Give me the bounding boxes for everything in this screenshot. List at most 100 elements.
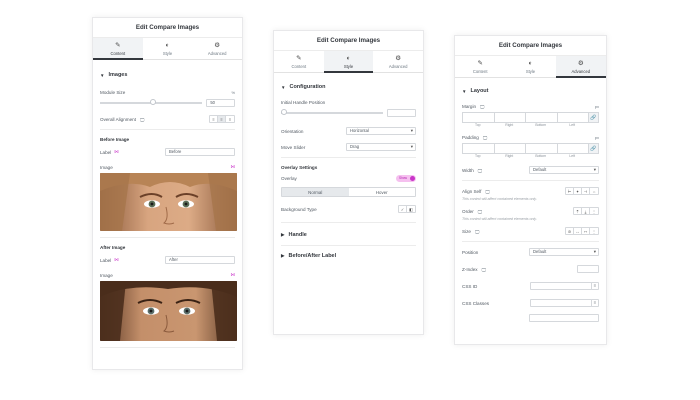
slider-handle[interactable] [150,99,156,106]
slider-handle[interactable] [281,109,287,116]
margin-top-input[interactable] [462,112,494,123]
before-label-input[interactable]: Before [165,148,235,156]
size-label: Size [462,228,471,234]
align-center-icon[interactable]: ✦ [574,188,582,194]
tab-label: Style [162,50,173,56]
order-custom-icon[interactable]: ⋮ [590,208,598,214]
pencil-icon: ✎ [115,41,121,49]
monitor-icon: 🖵 [482,134,488,140]
padding-bottom-input[interactable] [525,143,557,154]
dynamic-tags-icon[interactable]: ≡ [591,299,599,307]
after-label-input[interactable]: After [165,256,235,264]
tab-style[interactable]: ◐ Style [505,56,555,77]
unit-selector[interactable]: px [595,135,599,140]
cssid-label: CSS ID [462,283,478,289]
align-stretch-icon[interactable]: ⇔ [590,188,598,194]
align-left-icon[interactable]: ≡ [210,116,218,122]
overlay-label: Overlay [281,175,297,181]
extra-input[interactable] [529,314,599,322]
padding-top-input[interactable] [462,143,494,154]
before-image-preview[interactable] [100,173,237,231]
position-select[interactable]: Default [529,248,599,256]
order-row: Order 🖵 ⤒ ⤓ ⋮ [462,205,599,217]
tab-advanced[interactable]: ⚙ Advanced [373,51,423,72]
monitor-icon: 🖵 [477,167,483,173]
dynamic-tags-icon[interactable]: ⋈ [231,272,236,278]
section-handle-toggle[interactable]: ▶ Handle [281,227,416,243]
link-icon[interactable]: 🔗 [588,143,599,154]
dynamic-tags-icon[interactable]: ⋈ [114,149,119,155]
monitor-icon: 🖵 [481,266,486,272]
tab-advanced[interactable]: ⚙ Advanced [192,38,242,59]
align-center-icon[interactable]: ≡ [218,116,226,122]
unit-selector[interactable]: px [595,104,599,109]
module-size-slider[interactable] [100,99,203,106]
margin-right-input[interactable] [493,112,525,123]
dynamic-tags-icon[interactable]: ⋈ [114,257,119,263]
overall-alignment-label: Overall Alignment [100,116,137,122]
tab-label: Content [291,63,307,69]
margin-left-input[interactable] [556,112,588,123]
align-start-icon[interactable]: ⊢ [566,188,574,194]
overlay-toggle[interactable]: Show [396,174,416,182]
section-images-toggle[interactable]: ▼ Images [100,68,235,82]
tab-advanced[interactable]: ⚙ Advanced [555,56,606,78]
width-row: Width 🖵 Default [462,164,599,176]
tab-content[interactable]: ✎ Content [93,38,143,60]
order-first-icon[interactable]: ⤒ [574,208,582,214]
initial-handle-slider[interactable] [281,109,384,116]
tab-normal[interactable]: Normal [282,188,349,196]
after-image-preview[interactable] [100,281,237,341]
dim-label: Bottom [535,123,547,127]
gradient-icon[interactable]: ◧ [407,206,415,212]
panel-tabs: ✎ Content ◐ Style ⚙ Advanced [455,55,606,78]
padding-right-input[interactable] [493,143,525,154]
after-image-heading: After Image [100,244,126,250]
order-last-icon[interactable]: ⤓ [582,208,590,214]
brush-icon[interactable]: ✓ [399,206,407,212]
tab-content[interactable]: ✎ Content [274,51,324,72]
size-custom-icon[interactable]: ⋮ [590,228,598,234]
section-configuration-toggle[interactable]: ▼ Configuration [281,80,416,94]
dynamic-tags-icon[interactable]: ⋈ [231,164,236,170]
tab-label: Content [110,50,126,56]
section-layout-toggle[interactable]: ▼ Layout [462,84,599,98]
cssclasses-input[interactable] [530,299,592,307]
section-title: Handle [288,232,307,238]
size-shrink-icon[interactable]: ⇿ [582,228,590,234]
monitor-icon: 🖵 [474,228,480,234]
monitor-icon: 🖵 [480,103,485,109]
move-slider-select[interactable]: Drag [346,143,416,151]
section-before-after-label-toggle[interactable]: ▶ Before/After Label [281,248,416,264]
size-buttons: ⊘ ↔ ⇿ ⋮ [565,227,599,235]
margin-bottom-input[interactable] [525,112,557,123]
width-select[interactable]: Default [529,166,599,174]
tab-content[interactable]: ✎ Content [455,56,505,77]
tab-label: Style [343,63,354,69]
dynamic-tags-icon[interactable]: ≡ [591,282,599,290]
cssid-row: CSS ID ≡ [462,280,599,292]
overlay-row: Overlay Show [281,172,416,184]
cssid-input[interactable] [530,282,592,290]
align-right-icon[interactable]: ≡ [226,116,234,122]
orientation-select[interactable]: Horizontal [346,127,416,135]
zindex-input[interactable] [577,265,599,273]
size-none-icon[interactable]: ⊘ [566,228,574,234]
align-end-icon[interactable]: ⊣ [582,188,590,194]
dim-label: Top [475,154,481,158]
tab-style[interactable]: ◐ Style [143,38,193,59]
before-label-label: Label [100,149,112,155]
monitor-icon: 🖵 [477,208,483,214]
padding-left-input[interactable] [556,143,588,154]
tab-style[interactable]: ◐ Style [323,51,374,73]
module-size-input[interactable]: 50 [206,99,235,107]
dim-label: Right [505,123,514,127]
initial-handle-input[interactable] [387,109,416,117]
overlay-settings-row: Overlay Settings [281,162,416,172]
size-grow-icon[interactable]: ↔ [574,228,582,234]
unit-selector[interactable]: % [231,90,235,95]
half-circle-icon: ◐ [346,54,351,62]
dim-label: Top [475,123,481,127]
tab-hover[interactable]: Hover [349,188,416,196]
link-icon[interactable]: 🔗 [588,112,599,123]
